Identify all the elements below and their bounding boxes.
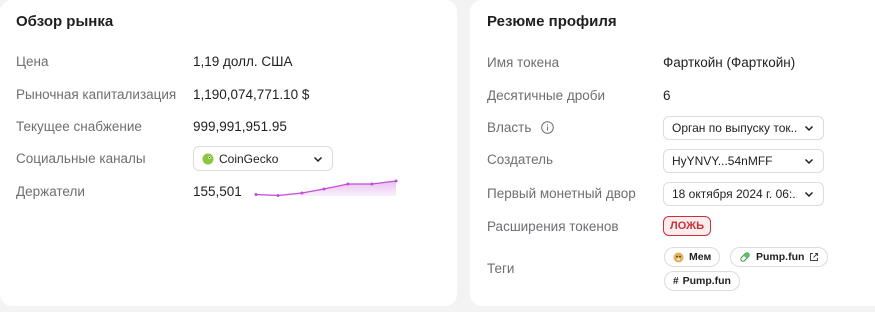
extensions-status-badge: ЛОЖЬ	[663, 216, 711, 236]
holders-value: 155,501	[193, 184, 242, 199]
market-overview-title: Обзор рынка	[16, 13, 114, 30]
coingecko-icon	[202, 153, 214, 165]
chevron-down-icon	[313, 156, 323, 162]
tags-label: Теги	[487, 261, 515, 276]
price-label: Цена	[16, 54, 49, 69]
tag-label: Pump.fun	[756, 251, 805, 263]
creator-label: Создатель	[487, 152, 554, 167]
chevron-down-icon	[804, 191, 814, 198]
pill-icon	[739, 251, 751, 263]
social-selected: CoinGecko	[219, 151, 279, 166]
chevron-down-icon	[804, 158, 814, 165]
tag-meme[interactable]: Мем	[664, 247, 721, 267]
token-name-label: Имя токена	[487, 55, 560, 70]
first-mint-selected: 18 октября 2024 г. 06:...	[672, 187, 797, 201]
market-cap-value: 1,190,074,771.10 $	[193, 87, 310, 102]
price-value: 1,19 долл. США	[193, 54, 293, 69]
market-cap-label: Рыночная капитализация	[16, 87, 177, 102]
chevron-down-icon	[804, 125, 814, 132]
creator-selected: HyYNVY...54nMFF	[672, 154, 773, 168]
authority-selected: Орган по выпуску ток...	[672, 121, 797, 135]
external-link-icon	[809, 252, 819, 262]
profile-summary-card: Резюме профиля Имя токена Фарткойн (Фарт…	[470, 0, 875, 306]
supply-value: 999,991,951.95	[193, 119, 287, 134]
extensions-label: Расширения токенов	[487, 219, 619, 234]
authority-dropdown[interactable]: Орган по выпуску ток...	[663, 116, 824, 140]
profile-summary-title: Резюме профиля	[487, 13, 617, 30]
supply-label: Текущее снабжение	[16, 119, 142, 134]
decimals-label: Десятичные дроби	[487, 88, 606, 103]
social-label: Социальные каналы	[16, 151, 146, 166]
first-mint-label: Первый монетный двор	[487, 186, 636, 201]
tag-label: Мем	[689, 251, 712, 263]
token-name-value: Фарткойн (Фарткойн)	[663, 55, 796, 70]
social-channels-dropdown[interactable]: CoinGecko	[193, 146, 333, 171]
holders-label: Держатели	[16, 184, 85, 199]
doge-icon	[673, 252, 684, 263]
decimals-value: 6	[663, 88, 671, 103]
authority-label: Власть	[487, 120, 554, 135]
market-overview-card: Обзор рынка Цена 1,19 долл. США Рыночная…	[0, 0, 457, 306]
authority-label-text: Власть	[487, 120, 532, 135]
hash-icon: #	[673, 275, 679, 287]
tag-pumpfun[interactable]: # Pump.fun	[664, 271, 740, 291]
tag-pumpfun-link[interactable]: Pump.fun	[730, 247, 829, 267]
creator-dropdown[interactable]: HyYNVY...54nMFF	[663, 149, 824, 173]
tag-label: Pump.fun	[682, 275, 731, 287]
holders-sparkline	[254, 179, 398, 197]
info-icon[interactable]	[541, 121, 554, 134]
first-mint-dropdown[interactable]: 18 октября 2024 г. 06:...	[663, 182, 824, 206]
